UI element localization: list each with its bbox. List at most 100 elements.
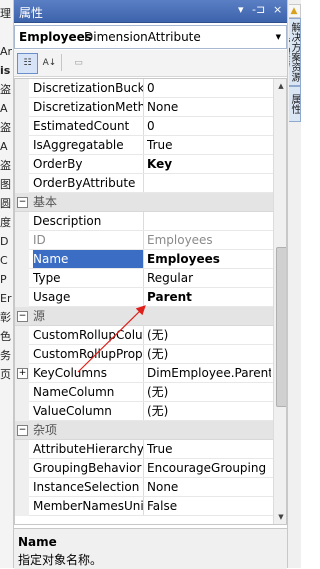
property-value[interactable]: Employees bbox=[147, 231, 271, 249]
categorized-button[interactable]: ☷ bbox=[17, 53, 38, 74]
property-row[interactable]: Usage Parent bbox=[15, 288, 273, 307]
property-row[interactable]: MemberNamesUniqueFalse bbox=[15, 497, 273, 516]
solution-explorer-icon[interactable]: ▲ bbox=[289, 4, 301, 18]
left-strip-char bbox=[0, 25, 13, 41]
row-gutter bbox=[15, 250, 29, 269]
auto-hide-pin-button[interactable]: -⊐ bbox=[252, 3, 265, 17]
property-value[interactable]: DimEmployee.ParentEmployeeKey bbox=[147, 364, 271, 382]
left-strip-char: 圆 bbox=[0, 197, 11, 210]
collapse-toggle[interactable]: − bbox=[17, 311, 28, 322]
category-header[interactable]: − 源 bbox=[15, 307, 273, 326]
property-value[interactable]: 0 bbox=[147, 117, 271, 135]
left-strip-char: A bbox=[0, 140, 8, 153]
row-gutter bbox=[15, 478, 29, 497]
property-name: Type bbox=[33, 269, 144, 287]
property-row[interactable]: OrderByAttribute bbox=[15, 174, 273, 193]
property-row[interactable]: IsAggregatable True bbox=[15, 136, 273, 155]
scrollbar-thumb[interactable] bbox=[276, 247, 286, 407]
property-value[interactable]: False bbox=[147, 497, 271, 515]
property-name: GroupingBehavior bbox=[33, 459, 144, 477]
property-value[interactable]: (无) bbox=[147, 402, 271, 420]
object-selector[interactable]: Employees DimensionAttribute ▼ bbox=[14, 25, 287, 49]
property-row[interactable]: DiscretizationBucket 0 bbox=[15, 79, 273, 98]
left-strip-char: 色 bbox=[0, 330, 11, 343]
property-name: AttributeHierarchyOrdered bbox=[33, 440, 144, 458]
property-value[interactable]: (无) bbox=[147, 383, 271, 401]
property-name: NameColumn bbox=[33, 383, 144, 401]
property-name: KeyColumns bbox=[33, 364, 144, 382]
property-row[interactable]: Type Regular bbox=[15, 269, 273, 288]
property-row[interactable]: InstanceSelection None bbox=[15, 478, 273, 497]
row-gutter bbox=[15, 288, 29, 307]
row-gutter bbox=[15, 326, 29, 345]
row-gutter bbox=[15, 231, 29, 250]
row-gutter bbox=[15, 402, 29, 421]
property-name: DiscretizationBucket bbox=[33, 79, 144, 97]
chevron-down-icon[interactable]: ▼ bbox=[276, 33, 281, 41]
category-header[interactable]: − 杂项 bbox=[15, 421, 273, 440]
property-value[interactable]: None bbox=[147, 478, 271, 496]
property-row[interactable]: EstimatedCount 0 bbox=[15, 117, 273, 136]
tab-solution-explorer[interactable]: 解决方案资源管理器 bbox=[289, 18, 301, 86]
row-gutter bbox=[15, 98, 29, 117]
property-value[interactable]: True bbox=[147, 136, 271, 154]
scroll-up-icon[interactable]: ▲ bbox=[274, 79, 286, 93]
property-value[interactable] bbox=[147, 212, 271, 230]
scrollbar[interactable]: ▲ ▼ bbox=[273, 79, 286, 524]
property-row[interactable]: ID Employees bbox=[15, 231, 273, 250]
property-row[interactable]: Name Employees bbox=[15, 250, 273, 269]
property-row[interactable]: CustomRollupPropertiesColumn(无) bbox=[15, 345, 273, 364]
property-row[interactable]: AttributeHierarchyOrderedTrue bbox=[15, 440, 273, 459]
left-strip-char: Ar bbox=[0, 45, 13, 58]
property-name: MemberNamesUnique bbox=[33, 497, 144, 515]
property-row[interactable]: CustomRollupColumn(无) bbox=[15, 326, 273, 345]
property-value[interactable]: Key bbox=[147, 155, 271, 173]
row-gutter bbox=[15, 155, 29, 174]
property-value[interactable]: 0 bbox=[147, 79, 271, 97]
close-icon[interactable]: × bbox=[273, 3, 282, 17]
tab-properties[interactable]: 属性 bbox=[289, 86, 301, 122]
property-value[interactable]: EncourageGrouping bbox=[147, 459, 271, 477]
left-strip-char: 理 bbox=[0, 7, 11, 20]
left-panel-cutoff: 理 Ar is 盗 A 盗 A 盗图圆度 D C P Er 彰色务页 bbox=[0, 0, 14, 568]
property-value[interactable]: Regular bbox=[147, 269, 271, 287]
left-strip-char: P bbox=[0, 273, 7, 286]
property-name: DiscretizationMethod bbox=[33, 98, 144, 116]
description-title: Name bbox=[18, 535, 57, 549]
property-row[interactable]: Description bbox=[15, 212, 273, 231]
property-row[interactable]: DiscretizationMethodNone bbox=[15, 98, 273, 117]
expand-toggle[interactable]: + bbox=[17, 368, 28, 379]
row-gutter bbox=[15, 459, 29, 478]
property-row[interactable]: GroupingBehavior EncourageGrouping bbox=[15, 459, 273, 478]
property-pages-button[interactable]: ▭ bbox=[68, 53, 89, 74]
property-value[interactable]: None bbox=[147, 98, 271, 116]
left-strip-char: 务 bbox=[0, 349, 11, 362]
collapse-toggle[interactable]: − bbox=[17, 425, 28, 436]
row-gutter bbox=[15, 117, 29, 136]
property-name: CustomRollupColumn bbox=[33, 326, 144, 344]
row-gutter bbox=[15, 440, 29, 459]
property-value[interactable]: (无) bbox=[147, 326, 271, 344]
window-position-button[interactable]: ▾ bbox=[238, 3, 244, 17]
property-row[interactable]: NameColumn (无) bbox=[15, 383, 273, 402]
object-type: DimensionAttribute bbox=[84, 30, 201, 44]
property-name: ValueColumn bbox=[33, 402, 144, 420]
property-row[interactable]: + KeyColumnsDimEmployee.ParentEmployeeKey bbox=[15, 364, 273, 383]
property-value[interactable]: Employees bbox=[147, 250, 271, 268]
row-gutter bbox=[15, 345, 29, 364]
row-gutter bbox=[15, 269, 29, 288]
category-header[interactable]: − 基本 bbox=[15, 193, 273, 212]
property-name: Usage bbox=[33, 288, 144, 306]
scroll-down-icon[interactable]: ▼ bbox=[274, 510, 286, 524]
property-value[interactable]: Parent bbox=[147, 288, 271, 306]
collapse-toggle[interactable]: − bbox=[17, 197, 28, 208]
property-value[interactable]: True bbox=[147, 440, 271, 458]
property-value[interactable]: (无) bbox=[147, 345, 271, 363]
property-row[interactable]: ValueColumn (无) bbox=[15, 402, 273, 421]
properties-toolbar: ☷ A↓ ▭ bbox=[14, 50, 287, 77]
left-strip-char: A bbox=[0, 102, 8, 115]
property-row[interactable]: OrderBy Key bbox=[15, 155, 273, 174]
alphabetical-button[interactable]: A↓ bbox=[39, 53, 60, 74]
property-value[interactable] bbox=[147, 174, 271, 192]
left-strip-char: 度 bbox=[0, 216, 11, 229]
